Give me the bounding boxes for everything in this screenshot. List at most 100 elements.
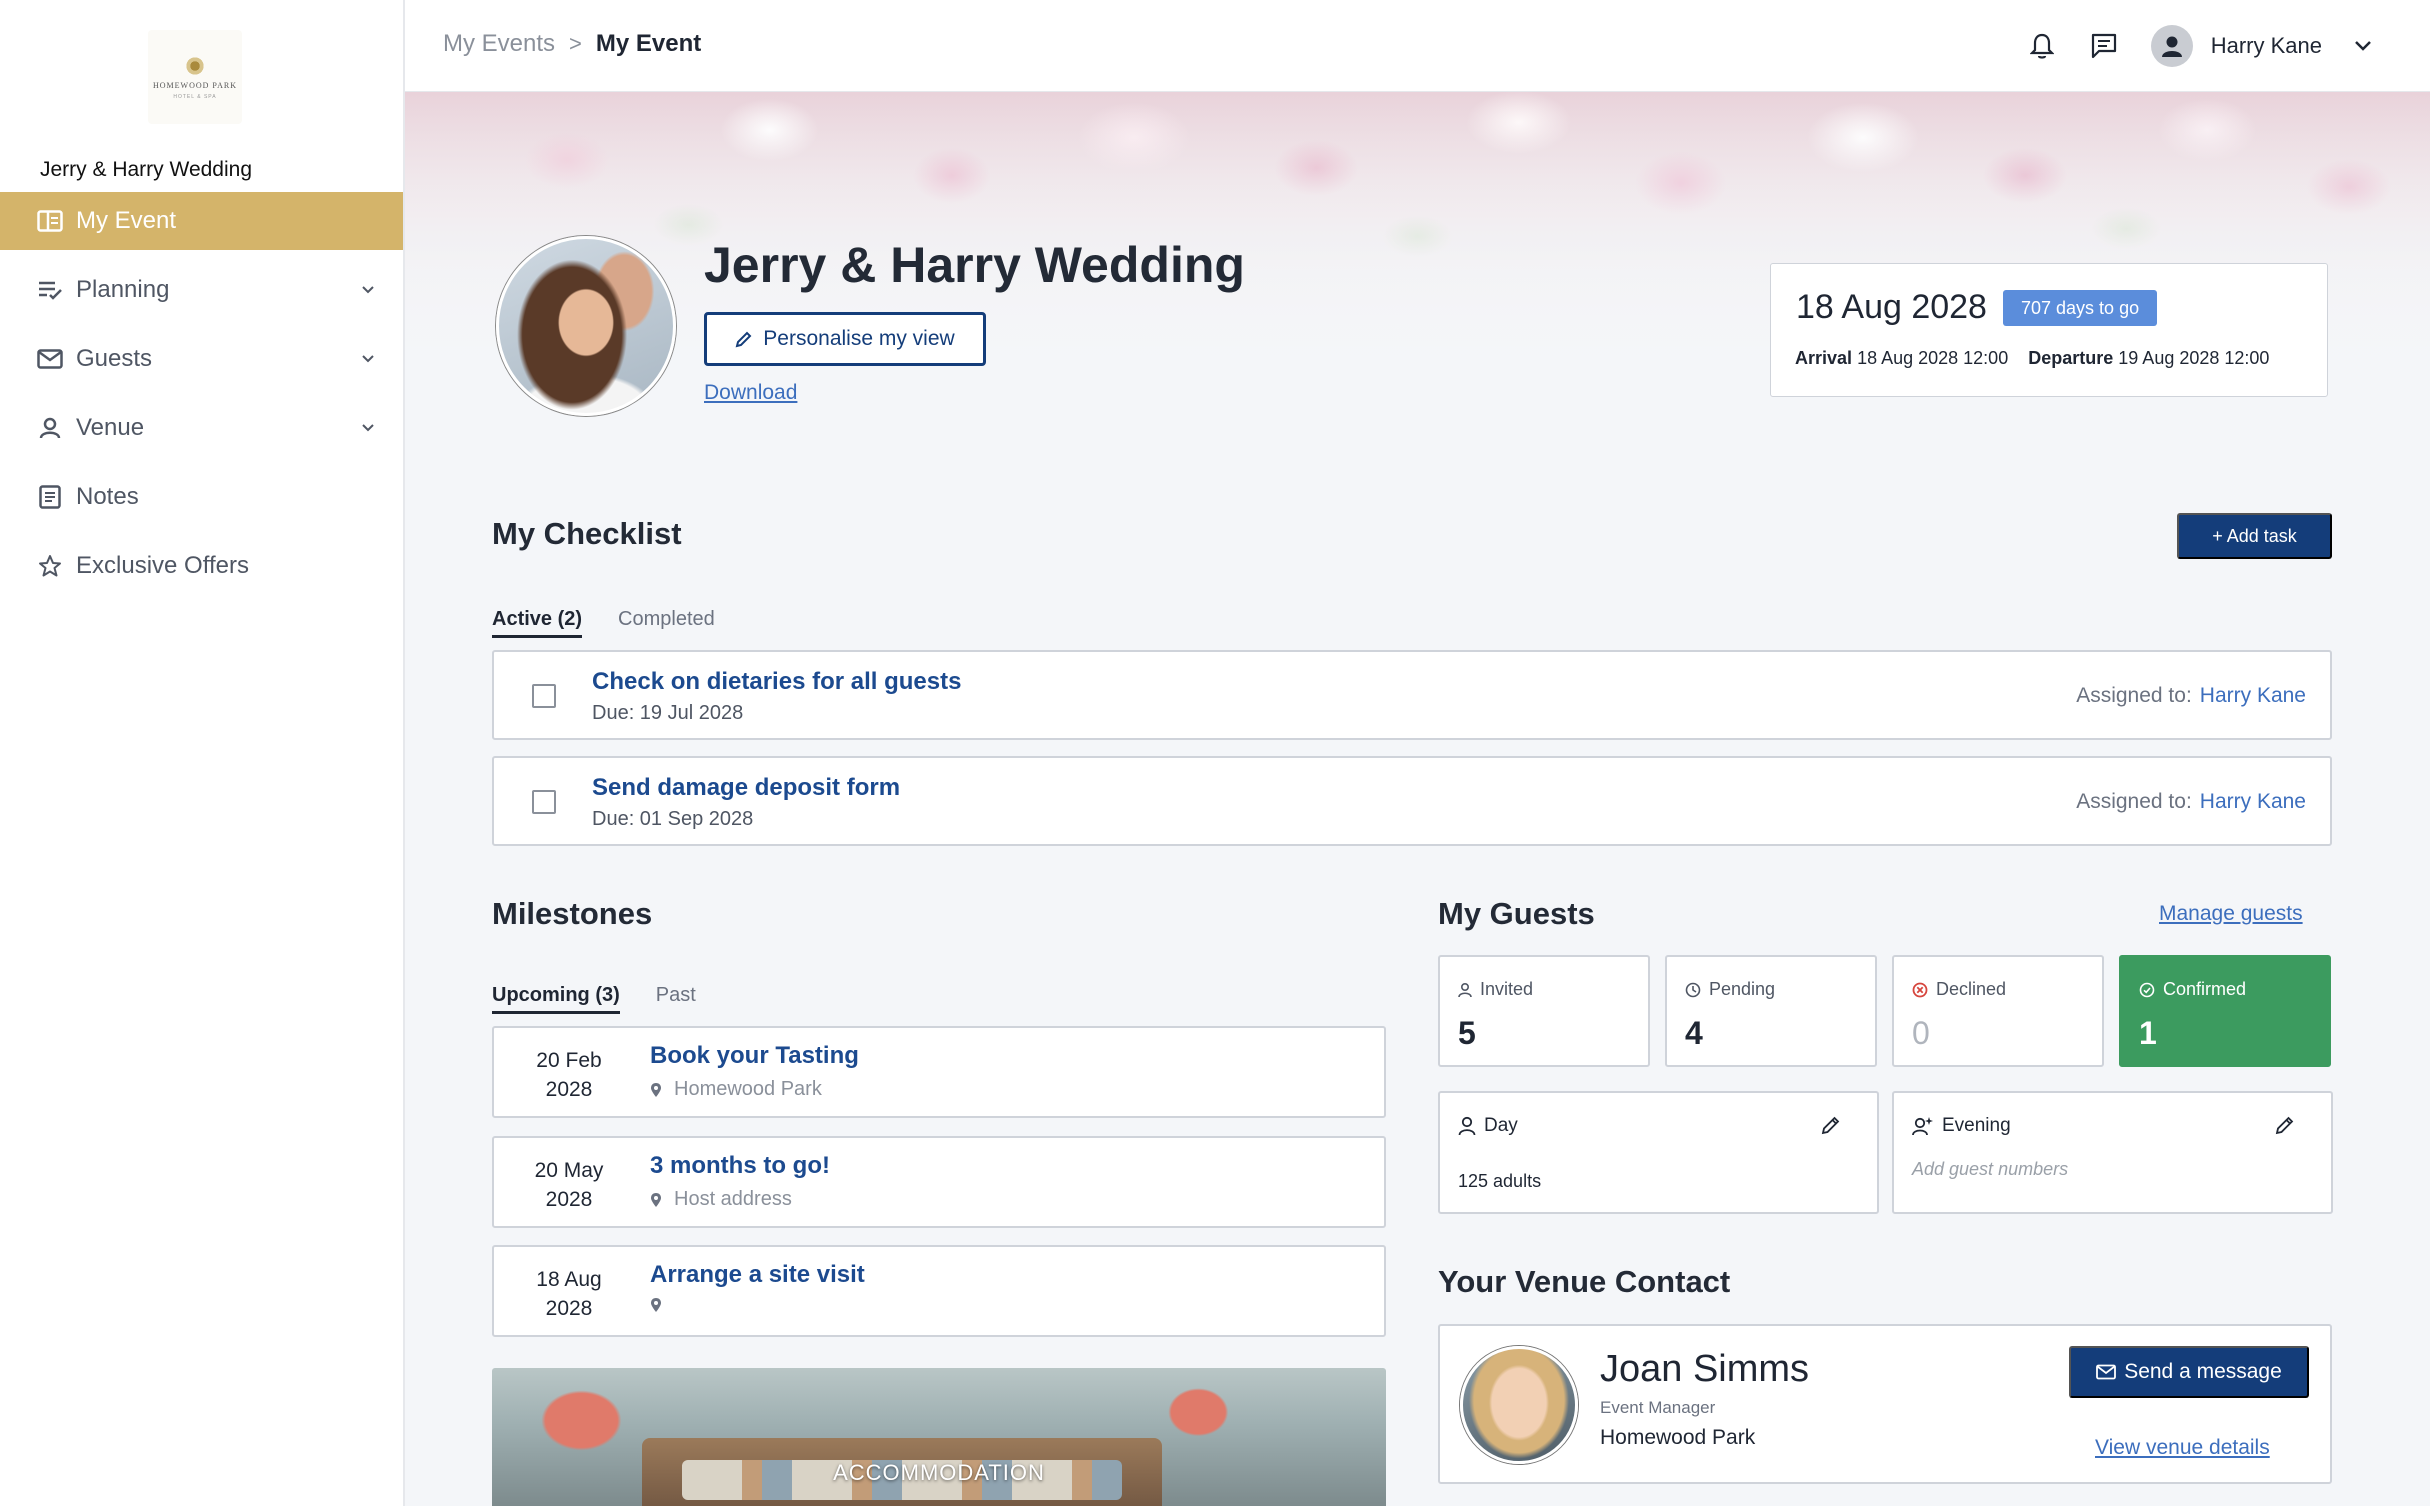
task-title[interactable]: Send damage deposit form: [592, 774, 900, 802]
tab-upcoming[interactable]: Upcoming (3): [492, 984, 620, 1014]
assigned-label: Assigned to:: [2076, 790, 2192, 813]
checklist-title: My Checklist: [492, 516, 682, 551]
download-link[interactable]: Download: [704, 381, 797, 405]
task-due: Due: 19 Jul 2028: [592, 702, 744, 724]
sidebar-item-planning[interactable]: Planning: [0, 261, 403, 319]
event-date: 18 Aug 2028: [1796, 288, 1987, 326]
edit-pencil-icon[interactable]: [1821, 1115, 1841, 1135]
milestone-title[interactable]: 3 months to go!: [650, 1152, 830, 1180]
milestone-row[interactable]: 20 Feb 2028 Book your Tasting Homewood Pa…: [492, 1026, 1386, 1118]
stat-label: Confirmed: [2163, 979, 2247, 999]
sidebar-item-my-event[interactable]: My Event: [0, 192, 403, 250]
personalise-view-button[interactable]: Personalise my view: [704, 312, 986, 366]
chevron-down-icon[interactable]: [359, 350, 377, 368]
arrival-departure: Arrival 18 Aug 2028 12:00 Departure 19 A…: [1795, 348, 2269, 369]
accommodation-label: ACCOMMODATION: [833, 1460, 1045, 1485]
contact-venue: Homewood Park: [1600, 1426, 1756, 1449]
logo-brand: HOMEWOOD PARK: [152, 80, 238, 90]
milestone-row[interactable]: 18 Aug 2028 Arrange a site visit: [492, 1245, 1386, 1337]
stat-value: 5: [1458, 1015, 1476, 1051]
notes-icon: [36, 483, 64, 511]
milestone-date: 20 May 2028: [534, 1159, 604, 1211]
star-icon: [36, 552, 64, 580]
sidebar-item-label: Notes: [76, 483, 139, 510]
stat-pending[interactable]: Pending 4: [1665, 955, 1877, 1067]
contact-avatar: [1460, 1346, 1578, 1464]
stat-invited[interactable]: Invited 5: [1438, 955, 1650, 1067]
arrival-value: 18 Aug 2028 12:00: [1857, 348, 2009, 368]
task-checkbox[interactable]: [532, 684, 556, 708]
bell-icon[interactable]: [2025, 29, 2059, 63]
venue-contact-card: Joan Simms Event Manager Homewood Park S…: [1438, 1324, 2332, 1484]
tab-past[interactable]: Past: [656, 984, 696, 1014]
guests-title: My Guests: [1438, 896, 1595, 931]
event-icon: [36, 207, 64, 235]
add-task-button[interactable]: + Add task: [2177, 513, 2332, 559]
guest-numbers-placeholder[interactable]: Add guest numbers: [1912, 1159, 2068, 1180]
stat-value: 4: [1685, 1015, 1703, 1051]
accommodation-card[interactable]: ACCOMMODATION: [492, 1368, 1386, 1506]
arrival-label: Arrival: [1795, 348, 1853, 368]
send-message-button[interactable]: Send a message: [2069, 1346, 2309, 1398]
days-to-go-badge: 707 days to go: [2003, 290, 2158, 326]
breadcrumb-current: My Event: [595, 30, 702, 57]
task-assignment: Assigned to: Harry Kane: [2076, 790, 2306, 814]
stat-declined[interactable]: Declined 0: [1892, 955, 2104, 1067]
chevron-down-icon[interactable]: [2352, 35, 2374, 57]
chevron-down-icon[interactable]: [359, 419, 377, 437]
person-outline-icon: [1458, 982, 1472, 998]
milestone-title[interactable]: Arrange a site visit: [650, 1261, 865, 1289]
venue-logo[interactable]: HOMEWOOD PARK HOTEL & SPA: [148, 30, 242, 124]
breadcrumb-my-events[interactable]: My Events: [443, 30, 555, 58]
milestone-tabs: Upcoming (3) Past: [492, 984, 732, 1014]
assignee-link[interactable]: Harry Kane: [2200, 684, 2306, 707]
top-bar: My Events > My Event Harry Kane: [405, 0, 2430, 92]
user-name[interactable]: Harry Kane: [2211, 33, 2322, 59]
task-row[interactable]: Send damage deposit form Due: 01 Sep 202…: [492, 756, 2332, 846]
session-value: 125 adults: [1458, 1171, 1542, 1191]
sidebar-item-label: Venue: [76, 414, 145, 441]
sidebar-nav: My Event Planning Guests Venue Notes Exc…: [0, 192, 403, 606]
assignee-link[interactable]: Harry Kane: [2200, 790, 2306, 813]
view-venue-details-link[interactable]: View venue details: [2095, 1436, 2270, 1460]
envelope-icon: [36, 345, 64, 373]
milestone-location: [650, 1297, 674, 1313]
manage-guests-link[interactable]: Manage guests: [2159, 902, 2303, 926]
milestone-location: Host address: [650, 1188, 792, 1211]
sidebar-item-label: My Event: [76, 207, 177, 234]
tab-completed[interactable]: Completed: [618, 608, 715, 638]
stat-value: 0: [1912, 1015, 1930, 1051]
map-pin-icon: [650, 1192, 662, 1208]
task-checkbox[interactable]: [532, 790, 556, 814]
assigned-label: Assigned to:: [2076, 684, 2192, 707]
send-message-label: Send a message: [2124, 1360, 2282, 1383]
chevron-down-icon[interactable]: [359, 281, 377, 299]
sidebar-item-notes[interactable]: Notes: [0, 468, 403, 526]
edit-pencil-icon[interactable]: [2275, 1115, 2295, 1135]
pencil-icon: [735, 330, 753, 348]
milestone-row[interactable]: 20 May 2028 3 months to go! Host address: [492, 1136, 1386, 1228]
session-day: Day 125 adults: [1438, 1091, 1879, 1214]
sun-emblem-icon: [184, 54, 206, 77]
user-avatar[interactable]: [2150, 25, 2193, 67]
person-icon: [36, 414, 64, 442]
top-actions: Harry Kane: [2025, 0, 2430, 92]
check-circle-icon: [2139, 982, 2155, 998]
sidebar-item-venue[interactable]: Venue: [0, 399, 403, 457]
sidebar-event-name: Jerry & Harry Wedding: [40, 158, 253, 181]
couple-photo: [496, 236, 676, 416]
sidebar-item-exclusive-offers[interactable]: Exclusive Offers: [0, 537, 403, 595]
contact-role: Event Manager: [1600, 1398, 1716, 1417]
stat-confirmed[interactable]: Confirmed 1: [2119, 955, 2331, 1067]
milestone-location: Homewood Park: [650, 1078, 822, 1101]
tab-active[interactable]: Active (2): [492, 608, 583, 638]
chat-icon[interactable]: [2087, 29, 2121, 63]
breadcrumb-separator: >: [569, 31, 582, 56]
x-circle-icon: [1912, 982, 1928, 998]
task-title[interactable]: Check on dietaries for all guests: [592, 668, 961, 696]
milestone-title[interactable]: Book your Tasting: [650, 1042, 859, 1070]
person-sparkle-icon: [1912, 1116, 1934, 1136]
sidebar-item-guests[interactable]: Guests: [0, 330, 403, 388]
task-row[interactable]: Check on dietaries for all guests Due: 1…: [492, 650, 2332, 740]
stat-label: Pending: [1709, 979, 1776, 999]
